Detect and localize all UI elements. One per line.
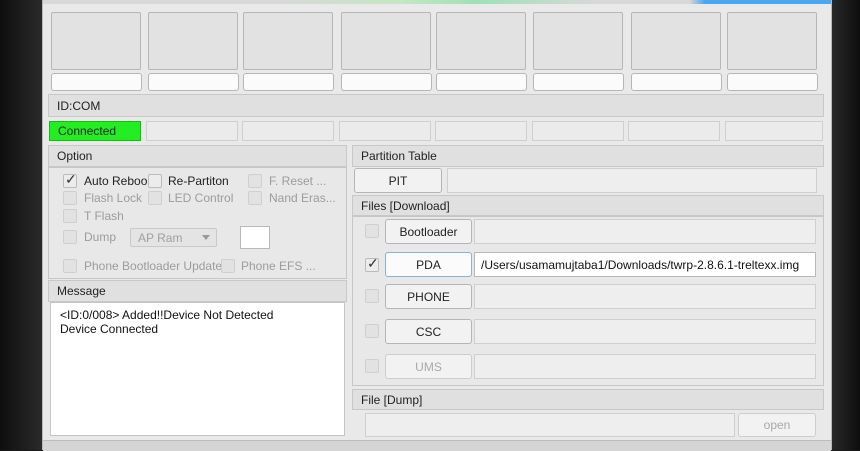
partition-table-header: Partition Table xyxy=(352,145,824,167)
phone-bootloader-update-checkbox[interactable] xyxy=(63,259,77,273)
pda-checkbox[interactable]: ✓ xyxy=(365,255,379,272)
ums-button[interactable]: UMS xyxy=(385,354,472,379)
com-status-cell-3 xyxy=(242,121,334,141)
f-reset-time-label: F. Reset ... xyxy=(269,174,327,188)
com-slot-4 xyxy=(341,12,431,70)
open-button[interactable]: open xyxy=(738,413,816,437)
csc-button[interactable]: CSC xyxy=(385,319,472,344)
com-status-connected: Connected xyxy=(49,121,141,141)
re-partition-checkbox[interactable] xyxy=(148,174,162,188)
com-slot-8 xyxy=(727,12,817,70)
chevron-down-icon xyxy=(202,235,210,240)
re-partition-label: Re-Partiton xyxy=(168,174,229,188)
phone-efs-clear-checkbox[interactable] xyxy=(221,259,235,273)
pit-path-field[interactable] xyxy=(447,168,817,193)
com-slot-label-3 xyxy=(243,73,334,91)
dump-path-field[interactable] xyxy=(365,413,735,437)
ums-checkbox[interactable] xyxy=(365,359,379,373)
com-slot-1 xyxy=(51,12,141,70)
message-log[interactable]: <ID:0/008> Added!!Device Not Detected De… xyxy=(50,302,345,436)
dump-type-select[interactable]: AP Ram xyxy=(130,228,217,247)
ums-path-field[interactable] xyxy=(474,354,816,379)
com-status-cell-2 xyxy=(146,121,238,141)
bootloader-button[interactable]: Bootloader xyxy=(385,219,472,244)
files-download-header: Files [Download] xyxy=(352,195,824,216)
com-slot-label-6 xyxy=(533,73,624,91)
com-slot-3 xyxy=(243,12,333,70)
led-control-checkbox[interactable] xyxy=(148,191,162,205)
led-control-label: LED Control xyxy=(168,191,234,205)
file-dump-header: File [Dump] xyxy=(352,389,824,410)
message-header: Message xyxy=(48,280,347,302)
com-slot-label-1 xyxy=(51,73,142,91)
com-status-cell-8 xyxy=(725,121,823,141)
auto-reboot-checkbox[interactable]: ✓ xyxy=(63,171,77,188)
com-status-cell-4 xyxy=(339,121,431,141)
window-top-strip xyxy=(43,0,831,4)
com-slot-7 xyxy=(631,12,721,70)
t-flash-label: T Flash xyxy=(84,209,124,223)
message-line-2: Device Connected xyxy=(60,322,159,336)
com-slot-6 xyxy=(533,12,623,70)
option-header: Option xyxy=(48,145,347,167)
com-slot-2 xyxy=(148,12,238,70)
desktop-background-left xyxy=(0,0,42,450)
nand-erase-checkbox[interactable] xyxy=(248,191,262,205)
checkmark-icon: ✓ xyxy=(65,171,77,187)
com-status-cell-5 xyxy=(435,121,527,141)
dump-checkbox[interactable] xyxy=(63,230,77,244)
bootloader-checkbox[interactable] xyxy=(365,224,379,238)
com-status-cell-7 xyxy=(628,121,720,141)
nand-erase-label: Nand Eras... xyxy=(269,191,336,205)
message-line-1: <ID:0/008> Added!!Device Not Detected xyxy=(60,308,274,322)
csc-path-field[interactable] xyxy=(474,319,816,344)
dump-label: Dump xyxy=(84,230,117,244)
bootloader-path-field[interactable] xyxy=(474,219,816,244)
com-slot-5 xyxy=(436,12,526,70)
phone-path-field[interactable] xyxy=(474,284,816,309)
t-flash-checkbox[interactable] xyxy=(63,209,77,223)
odin-window: ID:COM Connected Option ✓ Auto Reboot Re… xyxy=(42,0,832,451)
pda-button[interactable]: PDA xyxy=(385,252,472,277)
desktop-background-right xyxy=(830,0,860,450)
com-slot-label-5 xyxy=(436,73,527,91)
phone-button[interactable]: PHONE xyxy=(385,284,472,309)
com-slot-label-7 xyxy=(631,73,722,91)
flash-lock-label: Flash Lock xyxy=(84,191,143,205)
checkmark-icon: ✓ xyxy=(367,255,379,271)
phone-checkbox[interactable] xyxy=(365,289,379,303)
f-reset-time-checkbox[interactable] xyxy=(248,174,262,188)
dump-value-field[interactable] xyxy=(240,226,270,249)
auto-reboot-label: Auto Reboot xyxy=(84,174,147,188)
pda-path-field[interactable]: /Users/usamamujtaba1/Downloads/twrp-2.8.… xyxy=(474,252,816,277)
id-com-header: ID:COM xyxy=(48,94,824,117)
dump-type-value: AP Ram xyxy=(138,230,183,245)
com-status-cell-6 xyxy=(532,121,624,141)
csc-checkbox[interactable] xyxy=(365,324,379,338)
com-slot-label-2 xyxy=(148,73,239,91)
com-slot-label-4 xyxy=(341,73,432,91)
flash-lock-checkbox[interactable] xyxy=(63,191,77,205)
com-slot-label-8 xyxy=(727,73,818,91)
pit-button[interactable]: PIT xyxy=(354,168,442,193)
bottom-button-bar xyxy=(43,440,831,451)
phone-bootloader-update-label: Phone Bootloader Update xyxy=(84,259,223,273)
phone-efs-clear-label: Phone EFS ... xyxy=(241,259,316,273)
